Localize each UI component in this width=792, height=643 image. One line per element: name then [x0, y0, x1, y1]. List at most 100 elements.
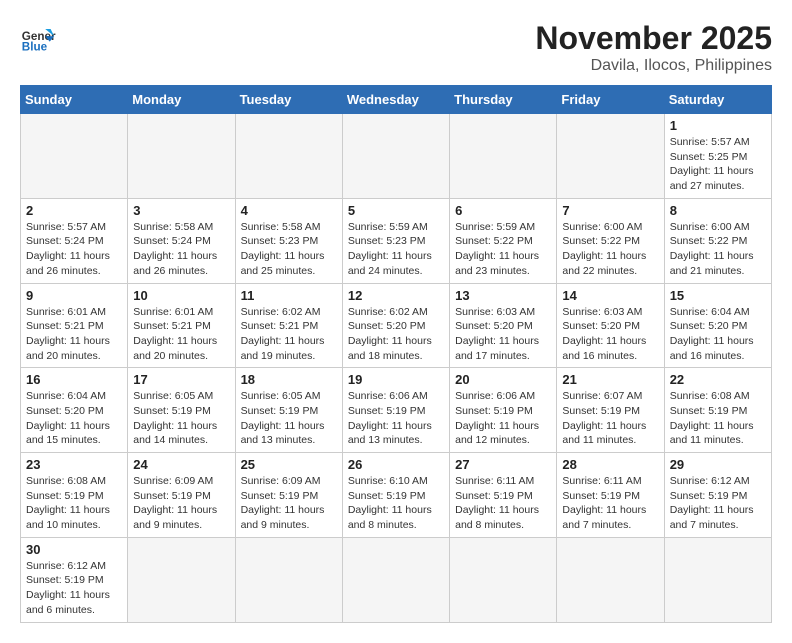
svg-text:Blue: Blue [22, 41, 48, 54]
day-number: 24 [133, 457, 229, 472]
calendar-day-cell [342, 114, 449, 199]
month-title: November 2025 [535, 20, 772, 57]
day-info: Sunrise: 6:05 AM Sunset: 5:19 PM Dayligh… [133, 389, 229, 448]
day-number: 28 [562, 457, 658, 472]
location-title: Davila, Ilocos, Philippines [535, 57, 772, 75]
day-info: Sunrise: 6:04 AM Sunset: 5:20 PM Dayligh… [26, 389, 122, 448]
calendar-day-cell [235, 114, 342, 199]
calendar-day-cell [342, 537, 449, 622]
calendar-day-cell: 24 Sunrise: 6:09 AM Sunset: 5:19 PM Dayli… [128, 453, 235, 538]
day-number: 30 [26, 542, 122, 557]
calendar-week-row: 9 Sunrise: 6:01 AM Sunset: 5:21 PM Daylig… [21, 283, 772, 368]
weekday-header-monday: Monday [128, 86, 235, 114]
calendar-week-row: 1 Sunrise: 5:57 AM Sunset: 5:25 PM Daylig… [21, 114, 772, 199]
calendar-day-cell: 8Sunrise: 6:00 AM Sunset: 5:22 PM Daylig… [664, 198, 771, 283]
day-info: Sunrise: 5:59 AM Sunset: 5:23 PM Dayligh… [348, 220, 444, 279]
day-number: 21 [562, 372, 658, 387]
calendar-day-cell: 4Sunrise: 5:58 AM Sunset: 5:23 PM Daylig… [235, 198, 342, 283]
day-number: 15 [670, 288, 766, 303]
calendar-day-cell: 17 Sunrise: 6:05 AM Sunset: 5:19 PM Dayli… [128, 368, 235, 453]
weekday-header-tuesday: Tuesday [235, 86, 342, 114]
weekday-header-row: SundayMondayTuesdayWednesdayThursdayFrid… [21, 86, 772, 114]
day-info: Sunrise: 6:01 AM Sunset: 5:21 PM Dayligh… [26, 305, 122, 364]
calendar-day-cell: 25Sunrise: 6:09 AM Sunset: 5:19 PM Dayli… [235, 453, 342, 538]
calendar-day-cell: 5 Sunrise: 5:59 AM Sunset: 5:23 PM Daylig… [342, 198, 449, 283]
calendar-day-cell [235, 537, 342, 622]
day-info: Sunrise: 5:57 AM Sunset: 5:25 PM Dayligh… [670, 135, 766, 194]
day-number: 11 [241, 288, 337, 303]
day-info: Sunrise: 6:12 AM Sunset: 5:19 PM Dayligh… [26, 559, 122, 618]
calendar-day-cell: 28 Sunrise: 6:11 AM Sunset: 5:19 PM Dayli… [557, 453, 664, 538]
calendar-table: SundayMondayTuesdayWednesdayThursdayFrid… [20, 85, 772, 623]
calendar-day-cell [557, 114, 664, 199]
calendar-day-cell: 15 Sunrise: 6:04 AM Sunset: 5:20 PM Dayli… [664, 283, 771, 368]
calendar-week-row: 2 Sunrise: 5:57 AM Sunset: 5:24 PM Daylig… [21, 198, 772, 283]
calendar-day-cell: 3 Sunrise: 5:58 AM Sunset: 5:24 PM Daylig… [128, 198, 235, 283]
day-info: Sunrise: 5:59 AM Sunset: 5:22 PM Dayligh… [455, 220, 551, 279]
day-number: 17 [133, 372, 229, 387]
calendar-day-cell [557, 537, 664, 622]
day-number: 3 [133, 203, 229, 218]
calendar-day-cell: 10Sunrise: 6:01 AM Sunset: 5:21 PM Dayli… [128, 283, 235, 368]
day-number: 7 [562, 203, 658, 218]
day-number: 29 [670, 457, 766, 472]
weekday-header-wednesday: Wednesday [342, 86, 449, 114]
day-number: 19 [348, 372, 444, 387]
calendar-day-cell [128, 537, 235, 622]
calendar-day-cell: 29 Sunrise: 6:12 AM Sunset: 5:19 PM Dayli… [664, 453, 771, 538]
day-number: 13 [455, 288, 551, 303]
day-info: Sunrise: 5:58 AM Sunset: 5:24 PM Dayligh… [133, 220, 229, 279]
day-number: 25 [241, 457, 337, 472]
calendar-day-cell: 16 Sunrise: 6:04 AM Sunset: 5:20 PM Dayli… [21, 368, 128, 453]
calendar-day-cell [450, 537, 557, 622]
calendar-day-cell [21, 114, 128, 199]
calendar-day-cell [128, 114, 235, 199]
day-info: Sunrise: 6:11 AM Sunset: 5:19 PM Dayligh… [562, 474, 658, 533]
logo-icon: General Blue [20, 20, 56, 56]
day-number: 1 [670, 118, 766, 133]
day-info: Sunrise: 6:03 AM Sunset: 5:20 PM Dayligh… [562, 305, 658, 364]
weekday-header-sunday: Sunday [21, 86, 128, 114]
day-info: Sunrise: 6:12 AM Sunset: 5:19 PM Dayligh… [670, 474, 766, 533]
day-number: 12 [348, 288, 444, 303]
day-number: 18 [241, 372, 337, 387]
day-info: Sunrise: 6:08 AM Sunset: 5:19 PM Dayligh… [26, 474, 122, 533]
day-number: 5 [348, 203, 444, 218]
day-info: Sunrise: 6:09 AM Sunset: 5:19 PM Dayligh… [133, 474, 229, 533]
calendar-day-cell: 19 Sunrise: 6:06 AM Sunset: 5:19 PM Dayli… [342, 368, 449, 453]
day-info: Sunrise: 5:57 AM Sunset: 5:24 PM Dayligh… [26, 220, 122, 279]
calendar-day-cell: 11Sunrise: 6:02 AM Sunset: 5:21 PM Dayli… [235, 283, 342, 368]
day-info: Sunrise: 6:01 AM Sunset: 5:21 PM Dayligh… [133, 305, 229, 364]
day-number: 20 [455, 372, 551, 387]
day-info: Sunrise: 6:08 AM Sunset: 5:19 PM Dayligh… [670, 389, 766, 448]
day-info: Sunrise: 6:02 AM Sunset: 5:20 PM Dayligh… [348, 305, 444, 364]
day-info: Sunrise: 6:03 AM Sunset: 5:20 PM Dayligh… [455, 305, 551, 364]
day-info: Sunrise: 6:00 AM Sunset: 5:22 PM Dayligh… [562, 220, 658, 279]
day-info: Sunrise: 6:11 AM Sunset: 5:19 PM Dayligh… [455, 474, 551, 533]
weekday-header-thursday: Thursday [450, 86, 557, 114]
calendar-week-row: 30 Sunrise: 6:12 AM Sunset: 5:19 PM Dayli… [21, 537, 772, 622]
logo: General Blue [20, 20, 56, 56]
day-number: 2 [26, 203, 122, 218]
calendar-week-row: 23 Sunrise: 6:08 AM Sunset: 5:19 PM Dayli… [21, 453, 772, 538]
day-info: Sunrise: 6:04 AM Sunset: 5:20 PM Dayligh… [670, 305, 766, 364]
day-info: Sunrise: 6:07 AM Sunset: 5:19 PM Dayligh… [562, 389, 658, 448]
calendar-day-cell: 30 Sunrise: 6:12 AM Sunset: 5:19 PM Dayli… [21, 537, 128, 622]
day-number: 9 [26, 288, 122, 303]
calendar-day-cell: 18Sunrise: 6:05 AM Sunset: 5:19 PM Dayli… [235, 368, 342, 453]
day-info: Sunrise: 6:06 AM Sunset: 5:19 PM Dayligh… [455, 389, 551, 448]
day-number: 4 [241, 203, 337, 218]
calendar-day-cell: 20 Sunrise: 6:06 AM Sunset: 5:19 PM Dayli… [450, 368, 557, 453]
title-block: November 2025 Davila, Ilocos, Philippine… [535, 20, 772, 75]
page-header: General Blue November 2025 Davila, Iloco… [20, 20, 772, 75]
calendar-day-cell: 21 Sunrise: 6:07 AM Sunset: 5:19 PM Dayli… [557, 368, 664, 453]
day-info: Sunrise: 6:06 AM Sunset: 5:19 PM Dayligh… [348, 389, 444, 448]
calendar-day-cell: 22Sunrise: 6:08 AM Sunset: 5:19 PM Dayli… [664, 368, 771, 453]
day-number: 23 [26, 457, 122, 472]
calendar-day-cell [450, 114, 557, 199]
calendar-day-cell: 9 Sunrise: 6:01 AM Sunset: 5:21 PM Daylig… [21, 283, 128, 368]
day-number: 16 [26, 372, 122, 387]
calendar-day-cell: 13 Sunrise: 6:03 AM Sunset: 5:20 PM Dayli… [450, 283, 557, 368]
day-number: 6 [455, 203, 551, 218]
calendar-day-cell: 1 Sunrise: 5:57 AM Sunset: 5:25 PM Daylig… [664, 114, 771, 199]
